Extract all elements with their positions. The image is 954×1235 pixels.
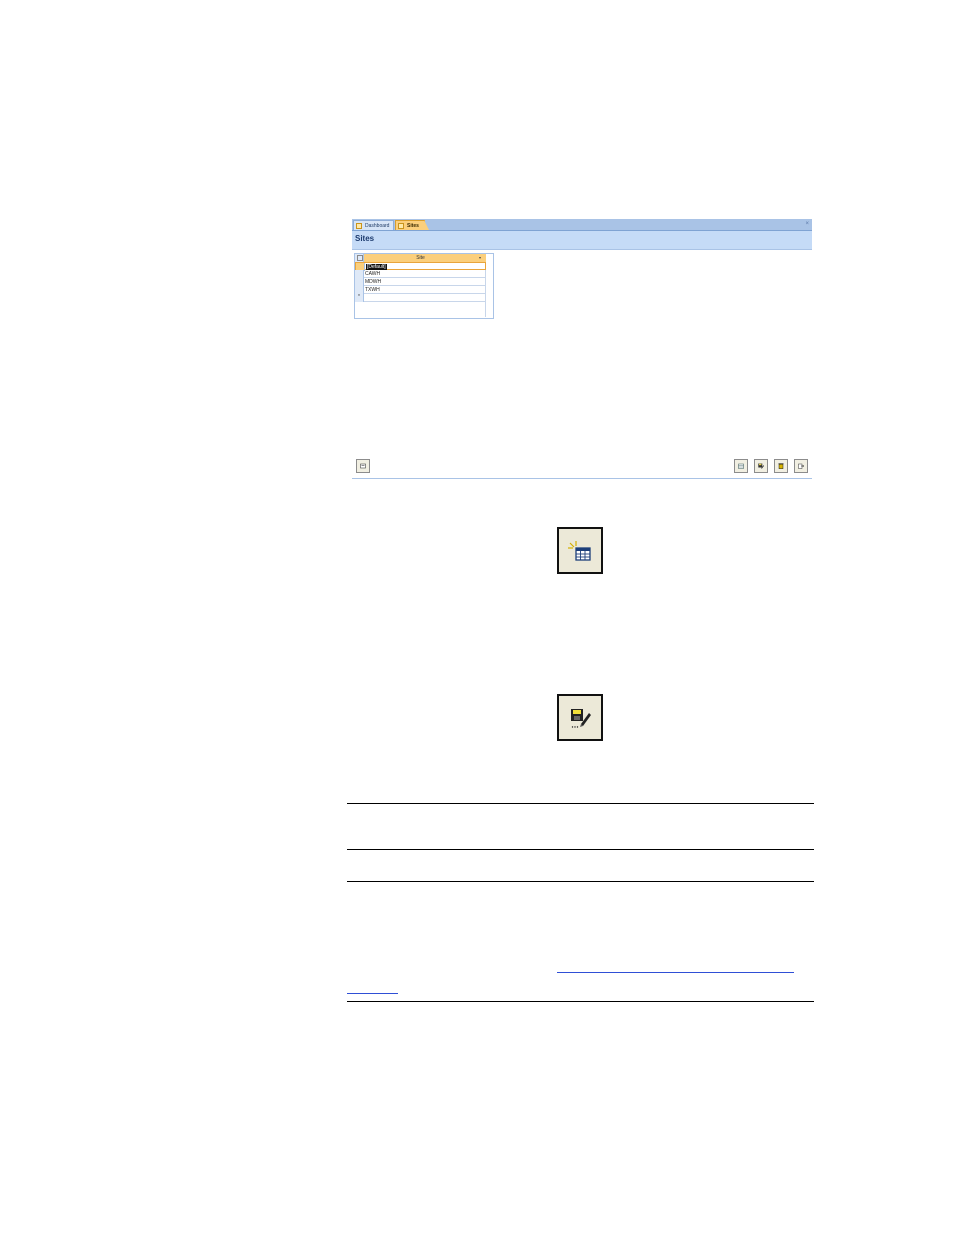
delete-icon — [778, 463, 784, 469]
table-rule — [347, 849, 814, 850]
select-all-box[interactable] — [355, 254, 364, 262]
tab-dashboard[interactable]: Dashboard — [353, 220, 394, 230]
sort-dropdown-icon[interactable]: ▾ — [479, 254, 481, 262]
form-view-icon — [360, 463, 366, 469]
save-edit-button-large[interactable] — [557, 694, 603, 741]
new-record-button-large[interactable] — [557, 527, 603, 574]
new-record-row[interactable]: * — [355, 294, 486, 302]
table-row[interactable]: TXWH — [355, 286, 486, 294]
record-selector[interactable] — [355, 286, 364, 294]
site-cell[interactable]: MDWH — [365, 278, 381, 286]
close-form-icon — [798, 463, 804, 469]
close-icon[interactable]: × — [805, 219, 809, 229]
form-title: Sites — [355, 234, 375, 243]
form-icon — [356, 223, 362, 229]
new-record-selector[interactable]: * — [355, 294, 364, 302]
record-selector[interactable] — [355, 270, 364, 278]
save-edit-icon — [758, 463, 764, 469]
close-form-button[interactable] — [794, 459, 808, 473]
column-header-site[interactable]: Site — [364, 254, 477, 262]
new-record-icon — [738, 463, 744, 469]
form-view-button[interactable] — [356, 459, 370, 473]
table-row[interactable]: [Default] — [355, 262, 486, 271]
tab-dashboard-label: Dashboard — [365, 223, 390, 229]
new-record-button[interactable] — [734, 459, 748, 473]
form-icon — [398, 223, 404, 229]
save-edit-button[interactable] — [754, 459, 768, 473]
table-row[interactable]: CAWH — [355, 270, 486, 278]
table-rule — [347, 881, 814, 882]
record-selector[interactable] — [355, 278, 364, 286]
tab-sites[interactable]: Sites — [395, 220, 429, 230]
hyperlink-underline[interactable] — [557, 972, 794, 973]
table-row[interactable]: MDWH — [355, 278, 486, 286]
table-rule-bottom — [347, 1001, 814, 1002]
delete-button[interactable] — [774, 459, 788, 473]
table-rule-top — [347, 803, 814, 804]
hyperlink-underline[interactable] — [347, 993, 398, 994]
sites-datasheet: Site ▾ [Default] CAWH MDWH TXWH * — [354, 253, 494, 319]
site-cell[interactable]: CAWH — [365, 270, 380, 278]
site-cell[interactable]: TXWH — [365, 286, 380, 294]
document-tab-bar: Dashboard Sites × — [352, 219, 812, 231]
tab-sites-label: Sites — [407, 223, 419, 229]
new-record-icon — [568, 541, 591, 561]
save-edit-icon — [571, 709, 591, 728]
form-header: Sites — [352, 231, 812, 250]
